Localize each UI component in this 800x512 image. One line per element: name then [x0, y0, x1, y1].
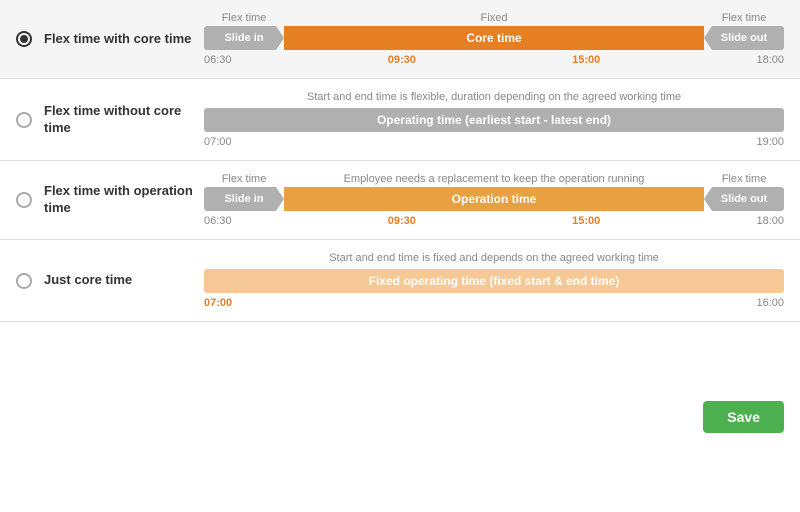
time-1500: 15:00: [572, 54, 600, 66]
section-flex-no-core[interactable]: Flex time without core time Start and en…: [0, 79, 800, 161]
diagram-flex-no-core: Start and end time is flexible, duration…: [204, 91, 784, 148]
segment-slide-in: Slide in: [204, 26, 284, 50]
time-op-0930: 09:30: [388, 215, 416, 227]
radio-col-flex-no-core: [16, 112, 44, 128]
section-just-core[interactable]: Just core time Start and end time is fix…: [0, 240, 800, 322]
section-flex-core[interactable]: Flex time with core time Flex time Fixed…: [0, 0, 800, 79]
radio-flex-no-core[interactable]: [16, 112, 32, 128]
diagram-flex-core: Flex time Fixed Flex time Slide in Core …: [204, 12, 784, 66]
diagram-flex-operation: Flex time Employee needs a replacement t…: [204, 173, 784, 227]
label-flex-core: Flex time with core time: [44, 31, 204, 48]
time-1800: 18:00: [756, 54, 784, 66]
time-op-1800: 18:00: [756, 215, 784, 227]
top-label-op-right: Flex time: [704, 173, 784, 185]
time-op-1500: 15:00: [572, 215, 600, 227]
bar-just-core: Fixed operating time (fixed start & end …: [204, 267, 784, 295]
top-label-left: Flex time: [204, 12, 284, 24]
top-labels-flex-operation: Flex time Employee needs a replacement t…: [204, 173, 784, 185]
segment-core-time: Core time: [284, 26, 704, 50]
main-container: Flex time with core time Flex time Fixed…: [0, 0, 800, 512]
label-just-core: Just core time: [44, 272, 204, 289]
bar-flex-no-core: Operating time (earliest start - latest …: [204, 106, 784, 134]
times-flex-no-core: 07:00 19:00: [204, 136, 784, 148]
top-labels-flex-core: Flex time Fixed Flex time: [204, 12, 784, 24]
top-label-center: Fixed: [284, 12, 704, 24]
time-op-0630: 06:30: [204, 215, 232, 227]
section-flex-operation[interactable]: Flex time with operation time Flex time …: [0, 161, 800, 240]
time-0700: 07:00: [204, 136, 232, 148]
time-0930: 09:30: [388, 54, 416, 66]
top-label-op-center: Employee needs a replacement to keep the…: [284, 173, 704, 185]
time-0630: 06:30: [204, 54, 232, 66]
segment-slide-out-op: Slide out: [704, 187, 784, 211]
times-flex-core: 06:30 09:30 15:00 18:00: [204, 54, 784, 66]
segment-operating: Operating time (earliest start - latest …: [204, 108, 784, 132]
radio-flex-operation[interactable]: [16, 192, 32, 208]
top-label-right: Flex time: [704, 12, 784, 24]
time-jc-1600: 16:00: [756, 297, 784, 309]
save-button[interactable]: Save: [703, 401, 784, 433]
label-flex-operation: Flex time with operation time: [44, 183, 204, 217]
bar-flex-operation: Slide in Operation time Slide out: [204, 185, 784, 213]
time-1900: 19:00: [756, 136, 784, 148]
radio-col-flex-operation: [16, 192, 44, 208]
time-jc-0700: 07:00: [204, 297, 232, 309]
radio-flex-core[interactable]: [16, 31, 32, 47]
times-just-core: 07:00 16:00: [204, 297, 784, 309]
label-flex-no-core: Flex time without core time: [44, 103, 204, 137]
segment-slide-out: Slide out: [704, 26, 784, 50]
top-label-op-left: Flex time: [204, 173, 284, 185]
bar-flex-core: Slide in Core time Slide out: [204, 24, 784, 52]
segment-fixed-operating: Fixed operating time (fixed start & end …: [204, 269, 784, 293]
radio-col-just-core: [16, 273, 44, 289]
segment-operation-time: Operation time: [284, 187, 704, 211]
radio-just-core[interactable]: [16, 273, 32, 289]
times-flex-operation: 06:30 09:30 15:00 18:00: [204, 215, 784, 227]
segment-slide-in-op: Slide in: [204, 187, 284, 211]
radio-col-flex-core: [16, 31, 44, 47]
footer: Save: [0, 322, 800, 512]
desc-just-core: Start and end time is fixed and depends …: [204, 252, 784, 264]
desc-flex-no-core: Start and end time is flexible, duration…: [204, 91, 784, 103]
diagram-just-core: Start and end time is fixed and depends …: [204, 252, 784, 309]
